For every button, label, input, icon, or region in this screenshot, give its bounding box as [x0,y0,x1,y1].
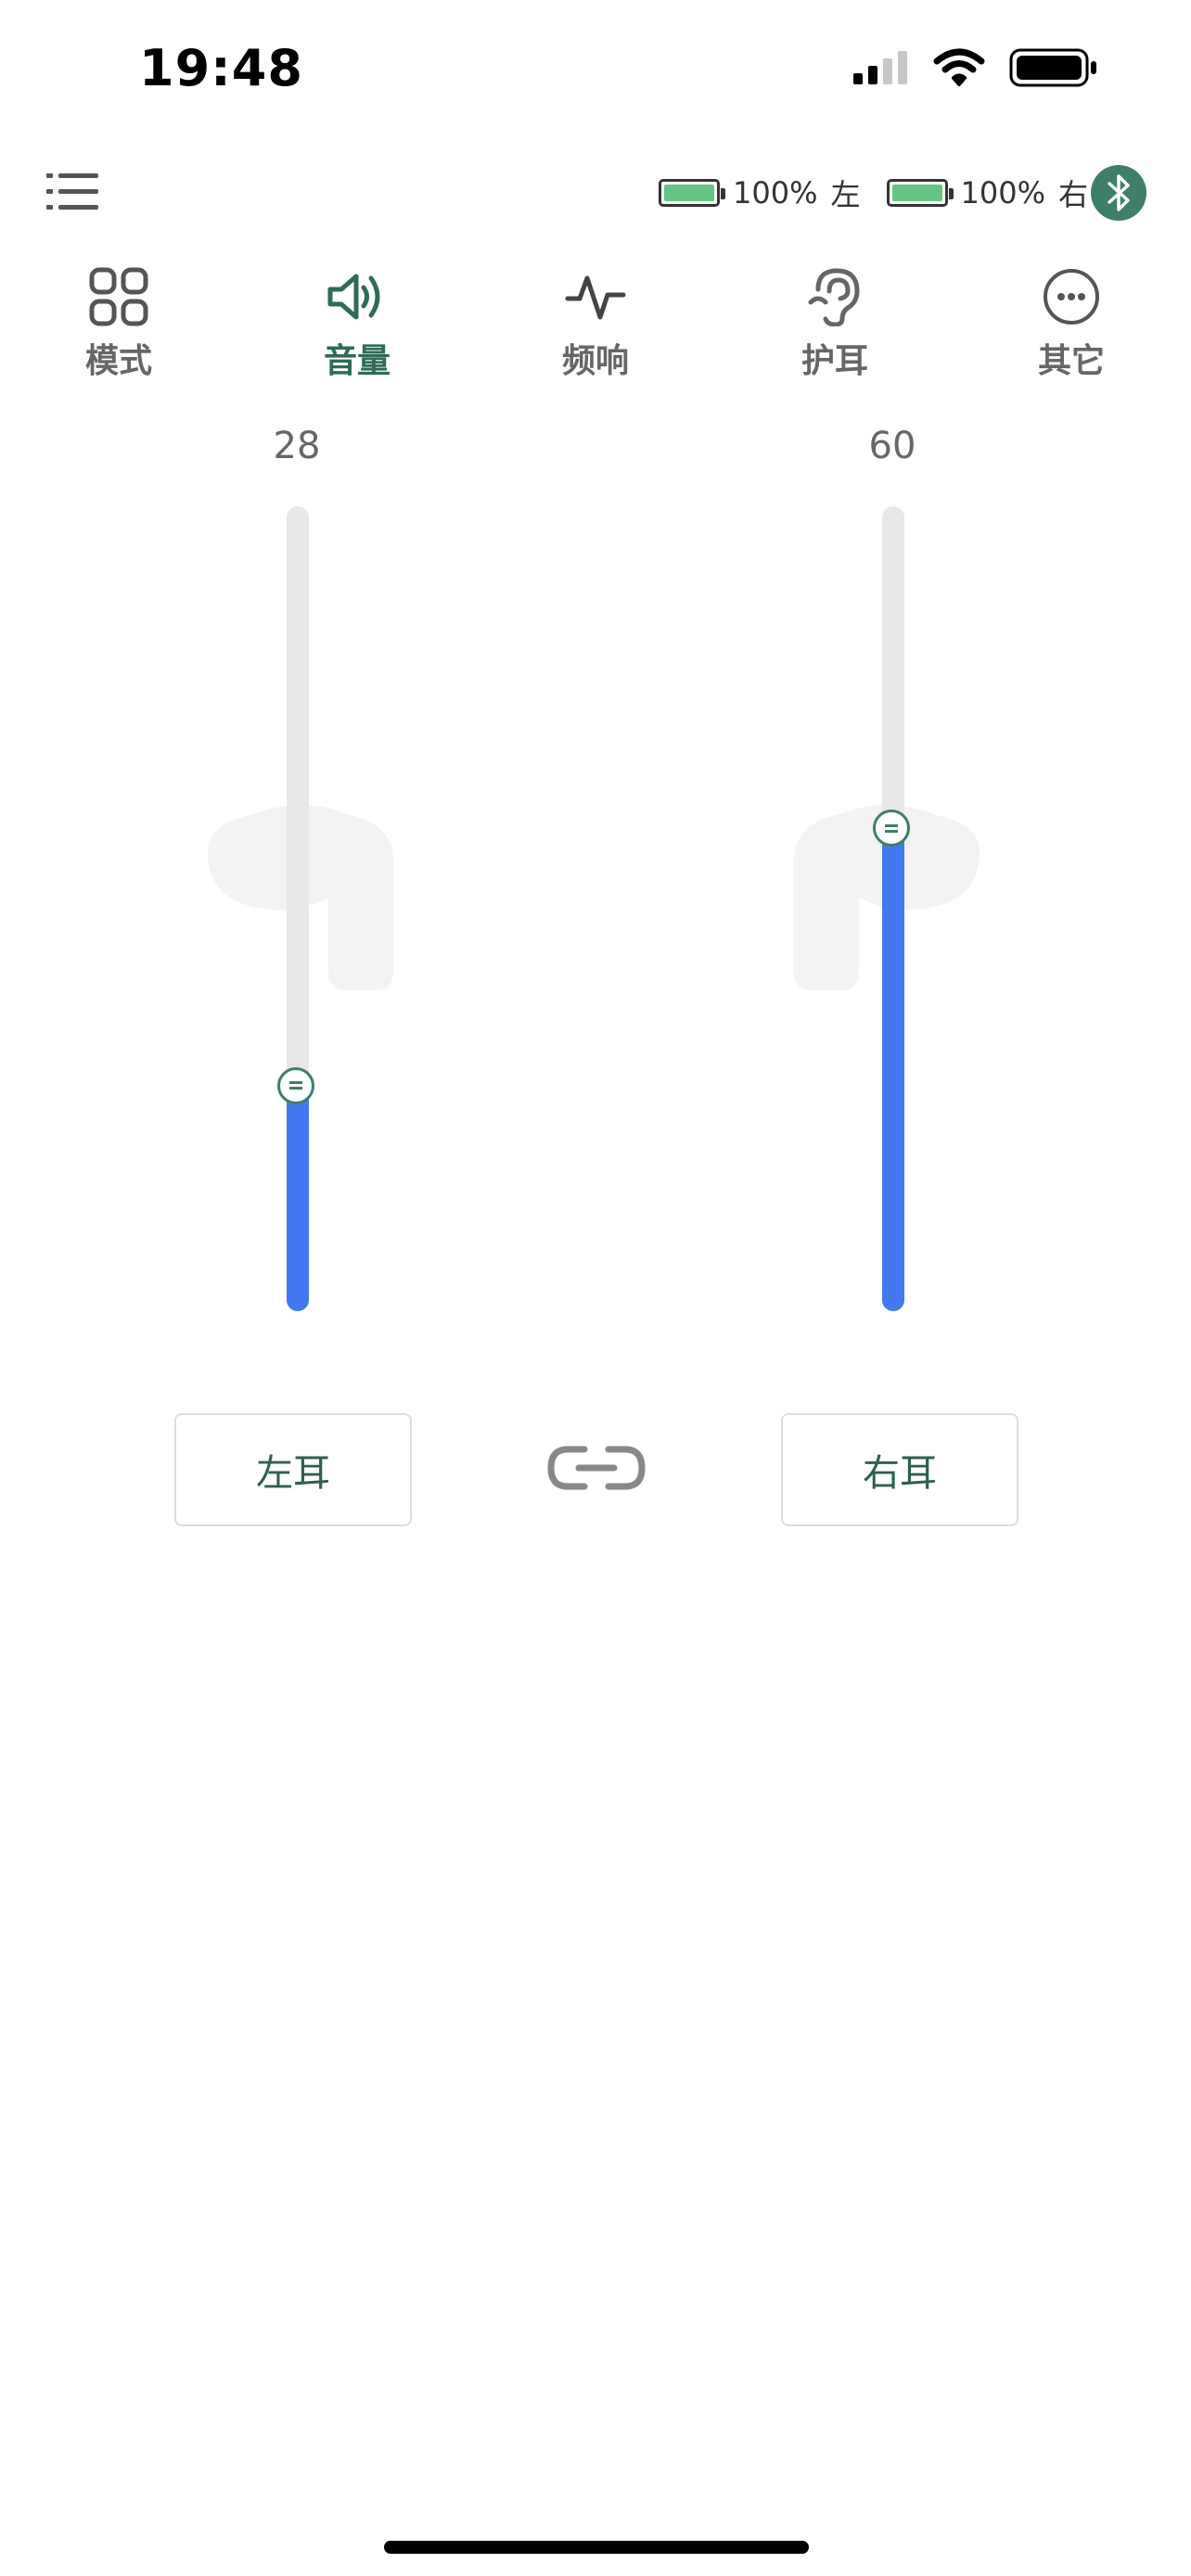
speaker-icon [327,274,380,320]
left-battery-side: 左 [830,177,861,212]
left-volume-thumb[interactable] [277,1066,314,1104]
status-time: 19:48 [139,39,303,97]
right-ear-button[interactable]: 右耳 [781,1413,1018,1526]
tab-label: 模式 [84,342,152,380]
right-battery-icon [886,179,954,207]
left-volume-slider[interactable] [277,506,314,1311]
status-icons [853,48,1098,87]
tab-label: 其它 [1037,342,1105,380]
earbud-battery-status: 100% 左 100% 右 [659,172,1101,214]
tab-label: 音量 [323,342,391,380]
more-icon [1044,269,1099,325]
tab-ear-protection[interactable]: 护耳 [770,260,900,382]
wifi-icon [933,48,985,86]
tab-label: 护耳 [800,342,868,380]
right-battery-side: 右 [1057,177,1088,212]
drag-handle-icon [885,823,898,833]
battery-status-icon [1009,48,1096,87]
ear-icon [808,268,860,326]
left-battery: 100% 左 [659,172,861,214]
link-icon [547,1446,646,1490]
left-ear-button[interactable]: 左耳 [174,1413,412,1526]
home-indicator [384,2541,809,2554]
drag-handle-icon [289,1081,302,1090]
right-volume-slider[interactable] [873,506,910,1311]
tab-bar: 模式 音量 频响 护耳 其它 [0,260,1191,380]
menu-button[interactable] [46,172,98,212]
left-volume-fill [287,1085,309,1311]
right-volume-thumb[interactable] [873,810,910,848]
grid-icon [89,267,148,326]
tab-volume[interactable]: 音量 [292,260,422,382]
tab-other[interactable]: 其它 [1006,260,1136,382]
right-volume-value: 60 [868,425,916,467]
bluetooth-button[interactable] [1091,165,1146,221]
cellular-signal-icon [853,51,907,84]
waveform-icon [565,275,626,320]
bluetooth-icon [1108,174,1130,211]
tab-mode[interactable]: 模式 [54,260,184,382]
right-battery-text: 100% [960,175,1045,210]
tab-label: 频响 [561,342,629,380]
left-volume-value: 28 [273,425,321,467]
right-battery: 100% 右 [886,172,1088,214]
link-volume-button[interactable] [545,1440,647,1496]
left-battery-icon [659,179,725,207]
right-volume-fill [882,828,904,1311]
list-icon [46,173,98,210]
left-battery-text: 100% [733,175,818,210]
tab-frequency-response[interactable]: 频响 [531,260,660,382]
